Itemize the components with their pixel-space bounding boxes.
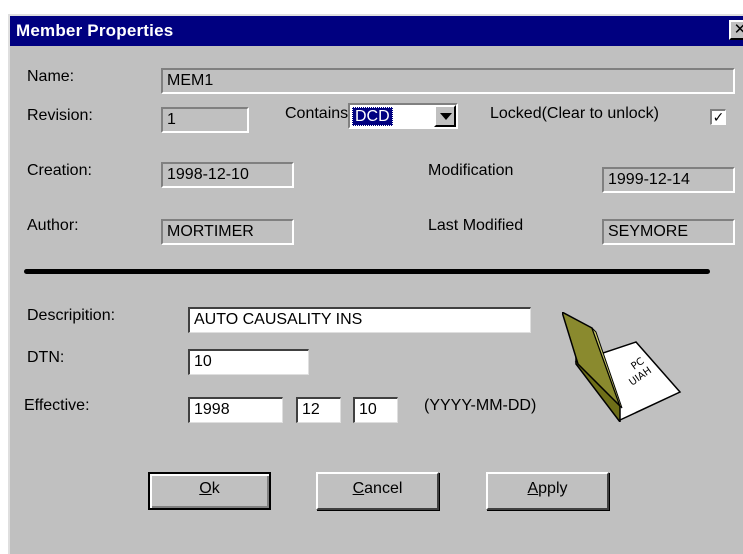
locked-checkbox[interactable]: ✓ xyxy=(710,109,726,125)
apply-mnemonic: A xyxy=(527,480,539,497)
contains-label: Contains xyxy=(285,105,349,122)
effective-year-input[interactable]: 1998 xyxy=(188,397,283,423)
pc-uiah-box-icon: PC UIAH xyxy=(562,312,682,422)
revision-label: Revision: xyxy=(27,107,93,124)
contains-selected-value: DCD xyxy=(352,107,393,126)
creation-label: Creation: xyxy=(27,162,92,179)
last-modified-field: SEYMORE xyxy=(602,219,735,245)
effective-label: Effective: xyxy=(24,397,90,414)
title-bar[interactable]: Member Properties ✕ xyxy=(10,16,743,46)
description-input[interactable]: AUTO CAUSALITY INS xyxy=(188,307,531,333)
locked-label: Locked(Clear to unlock) xyxy=(490,105,659,122)
cancel-button[interactable]: Cancel xyxy=(316,472,439,510)
close-icon: ✕ xyxy=(733,21,743,38)
checkmark-icon: ✓ xyxy=(712,109,725,125)
dropdown-arrow-icon[interactable] xyxy=(434,105,456,127)
name-label: Name: xyxy=(27,68,75,85)
ok-label-rest: k xyxy=(211,480,220,497)
contains-select[interactable]: DCD xyxy=(348,103,458,129)
description-label: Descripition: xyxy=(27,307,116,324)
date-format-hint: (YYYY-MM-DD) xyxy=(424,397,537,414)
cancel-label-rest: ancel xyxy=(364,480,403,497)
effective-day-input[interactable]: 10 xyxy=(353,397,398,423)
close-button[interactable]: ✕ xyxy=(729,20,743,40)
last-modified-label: Last Modified xyxy=(428,217,524,234)
ok-button[interactable]: Ok xyxy=(148,472,271,510)
name-field: MEM1 xyxy=(161,68,735,94)
effective-month-input[interactable]: 12 xyxy=(296,397,341,423)
section-divider xyxy=(24,269,710,274)
modification-label: Modification xyxy=(428,162,514,179)
revision-field: 1 xyxy=(161,107,249,133)
apply-button[interactable]: Apply xyxy=(486,472,609,510)
window-title: Member Properties xyxy=(16,21,174,40)
author-label: Author: xyxy=(27,217,79,234)
ok-mnemonic: O xyxy=(199,480,212,497)
apply-label-rest: pply xyxy=(538,480,568,497)
cancel-mnemonic: C xyxy=(352,480,365,497)
creation-field: 1998-12-10 xyxy=(161,162,294,188)
modification-field: 1999-12-14 xyxy=(602,167,735,193)
dtn-label: DTN: xyxy=(27,349,65,366)
author-field: MORTIMER xyxy=(161,219,294,245)
dtn-input[interactable]: 10 xyxy=(188,349,309,375)
